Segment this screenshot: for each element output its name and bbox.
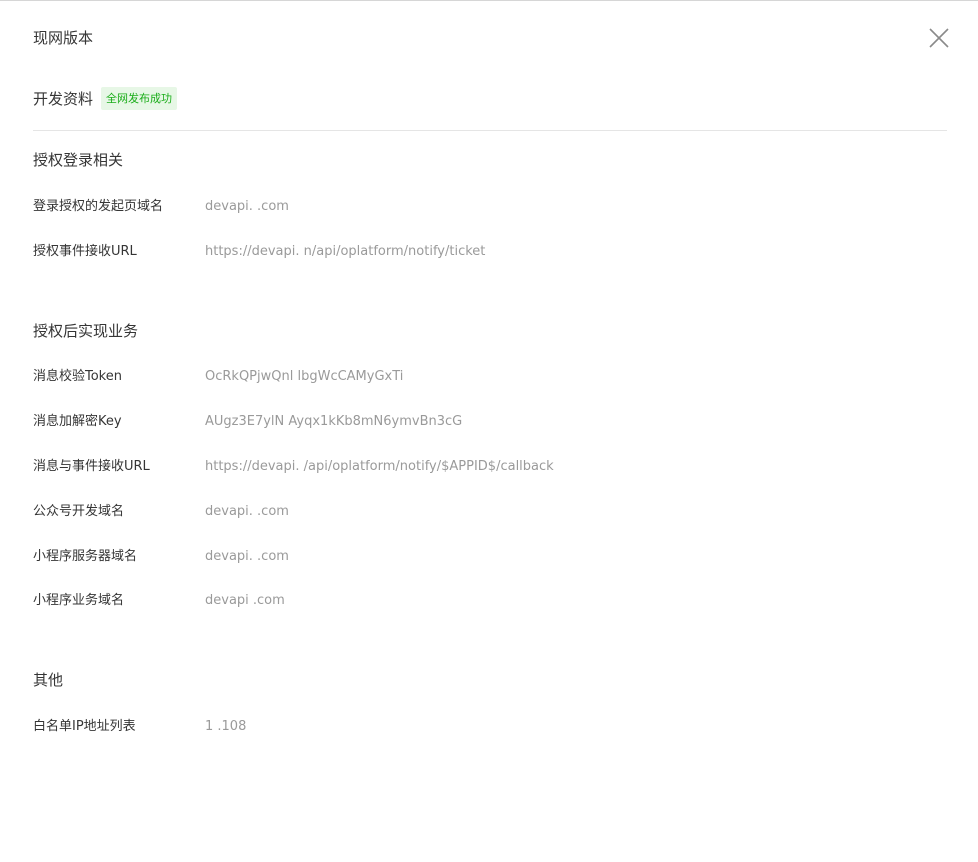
field-label: 白名单IP地址列表 (33, 719, 136, 734)
row-miniprogram-server-domain: 小程序服务器域名 devapi. .com (33, 547, 933, 567)
row-miniprogram-business-domain: 小程序业务域名 devapi .com (33, 591, 933, 611)
field-label: 授权事件接收URL (33, 244, 137, 259)
group-title-post-auth-business: 授权后实现业务 (33, 322, 139, 340)
row-auth-page-domain: 登录授权的发起页域名 devapi. .com (33, 197, 933, 217)
field-value: devapi. .com (205, 199, 289, 214)
row-ip-whitelist: 白名单IP地址列表 1 .108 (33, 717, 933, 737)
field-label: 小程序服务器域名 (33, 549, 138, 564)
close-button[interactable] (926, 25, 952, 51)
row-auth-event-url: 授权事件接收URL https://devapi. n/api/oplatfor… (33, 242, 933, 262)
group-title-other: 其他 (33, 671, 64, 689)
row-message-key: 消息加解密Key AUgz3E7ylN Ayqx1kKb8mN6ymvBn3cG (33, 412, 933, 432)
dialog-title: 现网版本 (33, 29, 94, 47)
row-message-token: 消息校验Token OcRkQPjwQnl lbgWcCAMyGxTi (33, 367, 933, 387)
row-message-event-url: 消息与事件接收URL https://devapi. /api/oplatfor… (33, 457, 933, 477)
status-badge: 全网发布成功 (101, 87, 178, 110)
field-value: devapi. .com (205, 504, 289, 519)
field-label: 消息校验Token (33, 369, 122, 384)
current-version-dialog: 现网版本 开发资料 全网发布成功 授权登录相关 登录授权的发起页域名 devap… (0, 0, 978, 862)
field-label: 公众号开发域名 (33, 504, 125, 519)
divider (33, 130, 947, 131)
field-value: https://devapi. /api/oplatform/notify/$A… (205, 459, 554, 474)
field-label: 消息加解密Key (33, 414, 122, 429)
close-icon (929, 28, 949, 48)
group-title-auth-login: 授权登录相关 (33, 151, 124, 169)
field-label: 消息与事件接收URL (33, 459, 150, 474)
dev-info-title: 开发资料 (33, 89, 94, 108)
field-value: AUgz3E7ylN Ayqx1kKb8mN6ymvBn3cG (205, 414, 463, 429)
field-label: 登录授权的发起页域名 (33, 199, 164, 214)
field-value: OcRkQPjwQnl lbgWcCAMyGxTi (205, 369, 404, 384)
field-label: 小程序业务域名 (33, 593, 125, 608)
field-value: 1 .108 (205, 719, 247, 734)
field-value: https://devapi. n/api/oplatform/notify/t… (205, 244, 486, 259)
field-value: devapi. .com (205, 549, 289, 564)
field-value: devapi .com (205, 593, 285, 608)
dev-info-header: 开发资料 全网发布成功 (33, 87, 178, 110)
row-official-account-domain: 公众号开发域名 devapi. .com (33, 502, 933, 522)
